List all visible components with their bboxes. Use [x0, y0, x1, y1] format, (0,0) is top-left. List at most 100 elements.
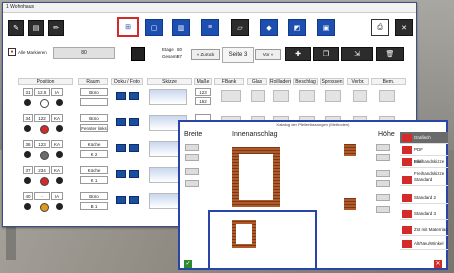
document-icon[interactable] [116, 118, 126, 126]
row-toggle-b[interactable] [56, 125, 63, 132]
document-button[interactable]: ▤ [28, 20, 44, 36]
row-toggle-a[interactable] [24, 99, 31, 106]
list-item-pdf[interactable]: PDF Freihandskizze [400, 144, 448, 164]
list-item-bild[interactable]: Bild Freihandskizze [400, 156, 448, 176]
row-sketch[interactable] [149, 89, 187, 105]
delete-button[interactable]: 🗑 [376, 47, 404, 61]
row-room: Küche [80, 166, 108, 174]
export-button[interactable]: ◩ [288, 19, 306, 36]
window-type-2-button[interactable]: ▢ [145, 19, 163, 36]
row-fitting-thumb[interactable] [299, 90, 315, 102]
layout-button[interactable]: ▣ [317, 19, 335, 36]
width-button-1[interactable] [185, 144, 199, 151]
list-swatch [402, 240, 412, 248]
confirm-button[interactable]: ✓ [184, 260, 192, 268]
row-status-dot[interactable] [40, 151, 49, 160]
dialog-title: Katalog der Pfeilerfassungen (Methoden) [276, 122, 350, 127]
row-toggle-a[interactable] [24, 177, 31, 184]
width-button-4[interactable] [185, 180, 199, 187]
row-shutter-thumb[interactable] [273, 90, 289, 102]
row-status-dot[interactable] [40, 177, 49, 186]
copy-button[interactable]: ❐ [313, 47, 339, 61]
window-type-1-button[interactable]: ⊞ [117, 17, 139, 37]
height-button-2[interactable] [376, 154, 390, 161]
preview-thumbnail[interactable] [208, 210, 317, 270]
row-muntin-thumb[interactable] [325, 90, 341, 102]
row-status-dot[interactable] [40, 125, 49, 134]
height-button-6[interactable] [376, 206, 390, 213]
cancel-button[interactable]: ✕ [434, 260, 442, 268]
camera-icon[interactable] [129, 92, 139, 100]
width-button-2[interactable] [185, 154, 199, 161]
row-toggle-b[interactable] [56, 151, 63, 158]
floor-selector-button[interactable] [131, 47, 145, 61]
camera-icon[interactable] [129, 196, 139, 204]
width-button-3[interactable] [185, 168, 199, 175]
col-header-skizze: Skizze [147, 78, 192, 85]
camera-icon[interactable] [129, 170, 139, 178]
row-toggle-b[interactable] [56, 99, 63, 106]
new-document-button[interactable]: ✎ [8, 20, 24, 36]
export-icon: ◩ [293, 24, 301, 32]
back-button[interactable]: « Zurück [191, 49, 220, 60]
row-status-dot[interactable] [40, 203, 49, 212]
row-connector-thumb[interactable] [353, 90, 367, 102]
document-icon[interactable] [116, 196, 126, 204]
height-button-5[interactable] [376, 194, 390, 201]
height-button-4[interactable] [376, 180, 390, 187]
row-toggle-a[interactable] [24, 203, 31, 210]
height-button-3[interactable] [376, 170, 390, 177]
row-position: 40 [23, 192, 33, 200]
row-position: 36 [23, 140, 33, 148]
row-toggle-a[interactable] [24, 125, 31, 132]
diamond-icon: ◆ [266, 24, 272, 32]
select-all-checkbox[interactable]: ● [8, 48, 16, 56]
add-button[interactable]: ✚ [285, 47, 311, 61]
camera-icon[interactable] [129, 118, 139, 126]
list-label: Standard 2 [414, 195, 437, 200]
window-type-3-button[interactable]: ▥ [172, 19, 190, 36]
print-button[interactable]: ⎙ [371, 19, 389, 36]
floor-field[interactable]: 80 [53, 47, 115, 59]
row-toggle-b[interactable] [56, 177, 63, 184]
row-room: Büro [80, 192, 108, 200]
close-icon: ✕ [401, 24, 407, 32]
list-item-grafisch[interactable]: Grafisch [400, 132, 448, 144]
list-swatch [402, 134, 412, 142]
row-room-detail: Fenster links [80, 124, 108, 132]
document-icon[interactable] [116, 170, 126, 178]
total-label: Gesamt [162, 54, 178, 59]
col-header-verbr: Verbr. [347, 78, 369, 85]
next-button[interactable]: Vor » [255, 49, 281, 60]
list-item-standard[interactable]: Standard [400, 174, 448, 186]
row-glass-thumb[interactable] [251, 90, 265, 102]
frame-button[interactable]: ▱ [231, 19, 249, 36]
col-header-glas: Glas [247, 78, 267, 85]
list-item-standard-2[interactable]: Standard 2 [400, 192, 448, 204]
height-button-1[interactable] [376, 144, 390, 151]
row-size: 122 [34, 114, 50, 122]
row-toggle-b[interactable] [56, 203, 63, 210]
shape-button[interactable]: ◆ [260, 19, 278, 36]
inner-stop-label: Innenanschlag [232, 131, 278, 138]
blinds-button[interactable]: ≡ [201, 19, 219, 36]
edit-button[interactable]: ✏ [48, 20, 64, 36]
document-icon[interactable] [116, 144, 126, 152]
corner-profile-bottom [344, 198, 356, 210]
list-item-standard-3[interactable]: Standard 3 [400, 208, 448, 220]
row-position: 34 [23, 114, 33, 122]
list-item-zst[interactable]: Zst mit Materrias [400, 224, 448, 236]
row-status-dot[interactable] [40, 99, 49, 108]
row-room-detail: K 1 [80, 176, 108, 184]
close-button[interactable]: ✕ [395, 19, 413, 36]
move-button[interactable]: ⇲ [341, 47, 373, 61]
row-toggle-a[interactable] [24, 151, 31, 158]
camera-icon[interactable] [129, 144, 139, 152]
row-fbank-thumb[interactable] [221, 90, 241, 102]
col-header-rollladen: Rollladen [269, 78, 291, 85]
row-note-thumb[interactable] [379, 90, 395, 102]
row-room-detail: K 2 [80, 150, 108, 158]
row-code: KA [51, 114, 63, 122]
document-icon[interactable] [116, 92, 126, 100]
list-item-altneu[interactable]: Alt/Neu/Winkel [400, 238, 448, 250]
